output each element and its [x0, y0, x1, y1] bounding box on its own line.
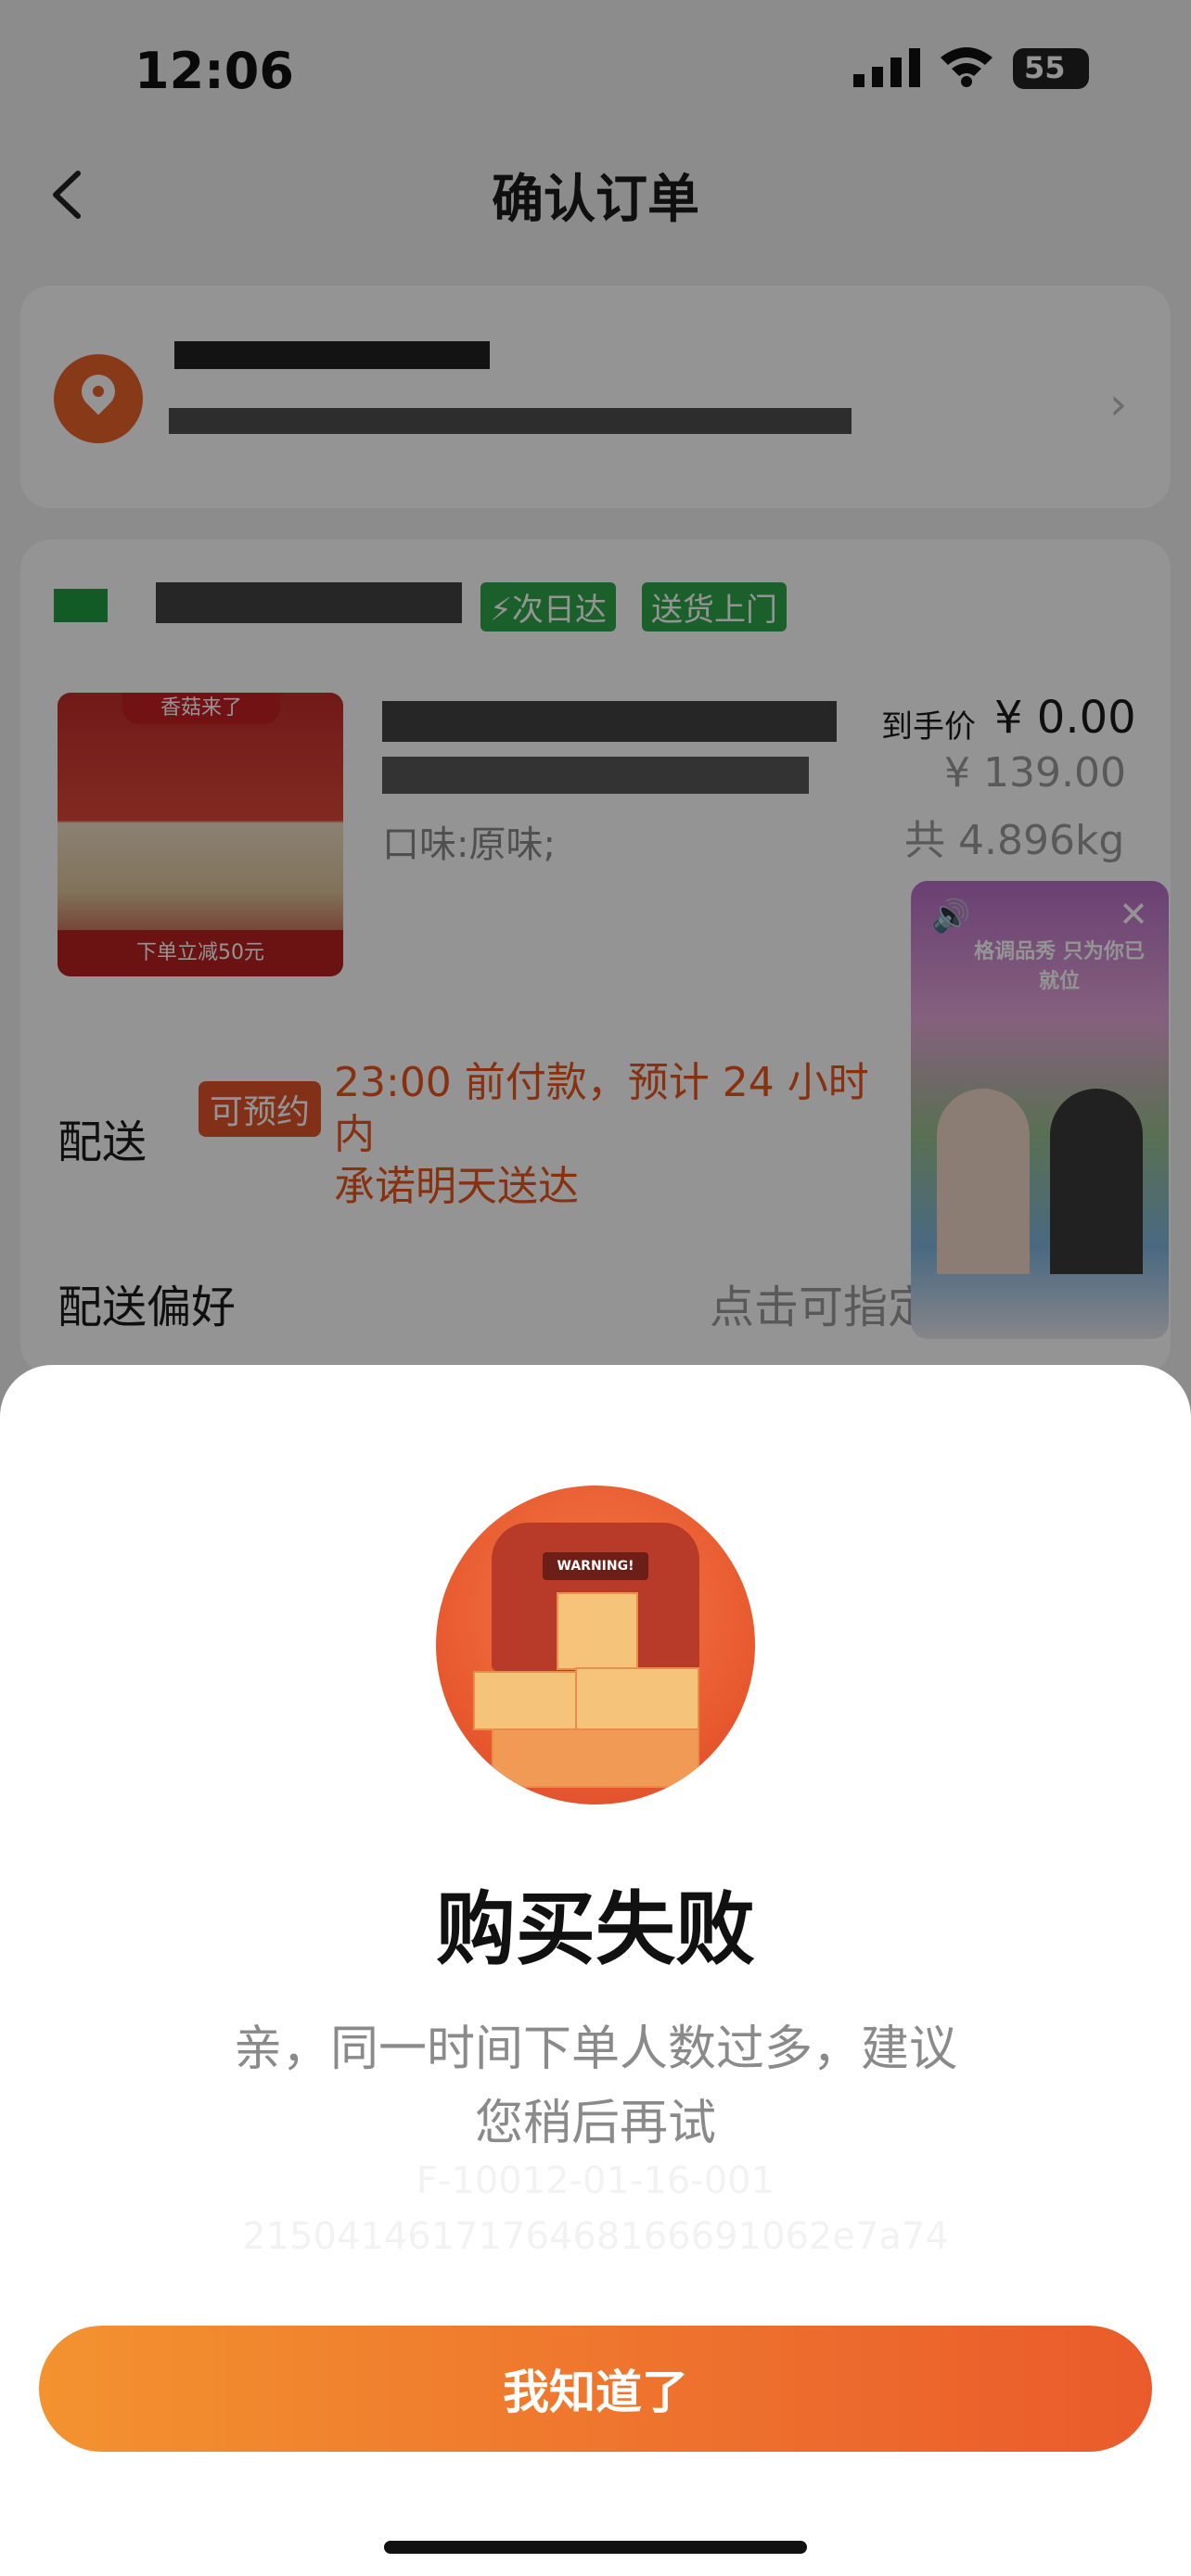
home-indicator[interactable] — [384, 2541, 807, 2554]
sheet-message-line1: 亲，同一时间下单人数过多，建议 — [233, 2021, 957, 2077]
error-code-line1: F-10012-01-16-001 — [416, 2160, 775, 2202]
sheet-message-line2: 您稍后再试 — [474, 2096, 716, 2151]
error-code-line2: 2150414617176468166691062e7a74 — [242, 2215, 949, 2258]
error-code: F-10012-01-16-001 2150414617176468166691… — [0, 2153, 1191, 2264]
warning-sign-icon: WARNING! — [543, 1552, 648, 1580]
sheet-title: 购买失败 — [436, 1883, 755, 1976]
sheet-message: 亲，同一时间下单人数过多，建议 您稍后再试 — [167, 2012, 1024, 2161]
confirm-button[interactable]: 我知道了 — [39, 2326, 1152, 2452]
warning-truck-illustration: WARNING! — [436, 1486, 755, 1804]
